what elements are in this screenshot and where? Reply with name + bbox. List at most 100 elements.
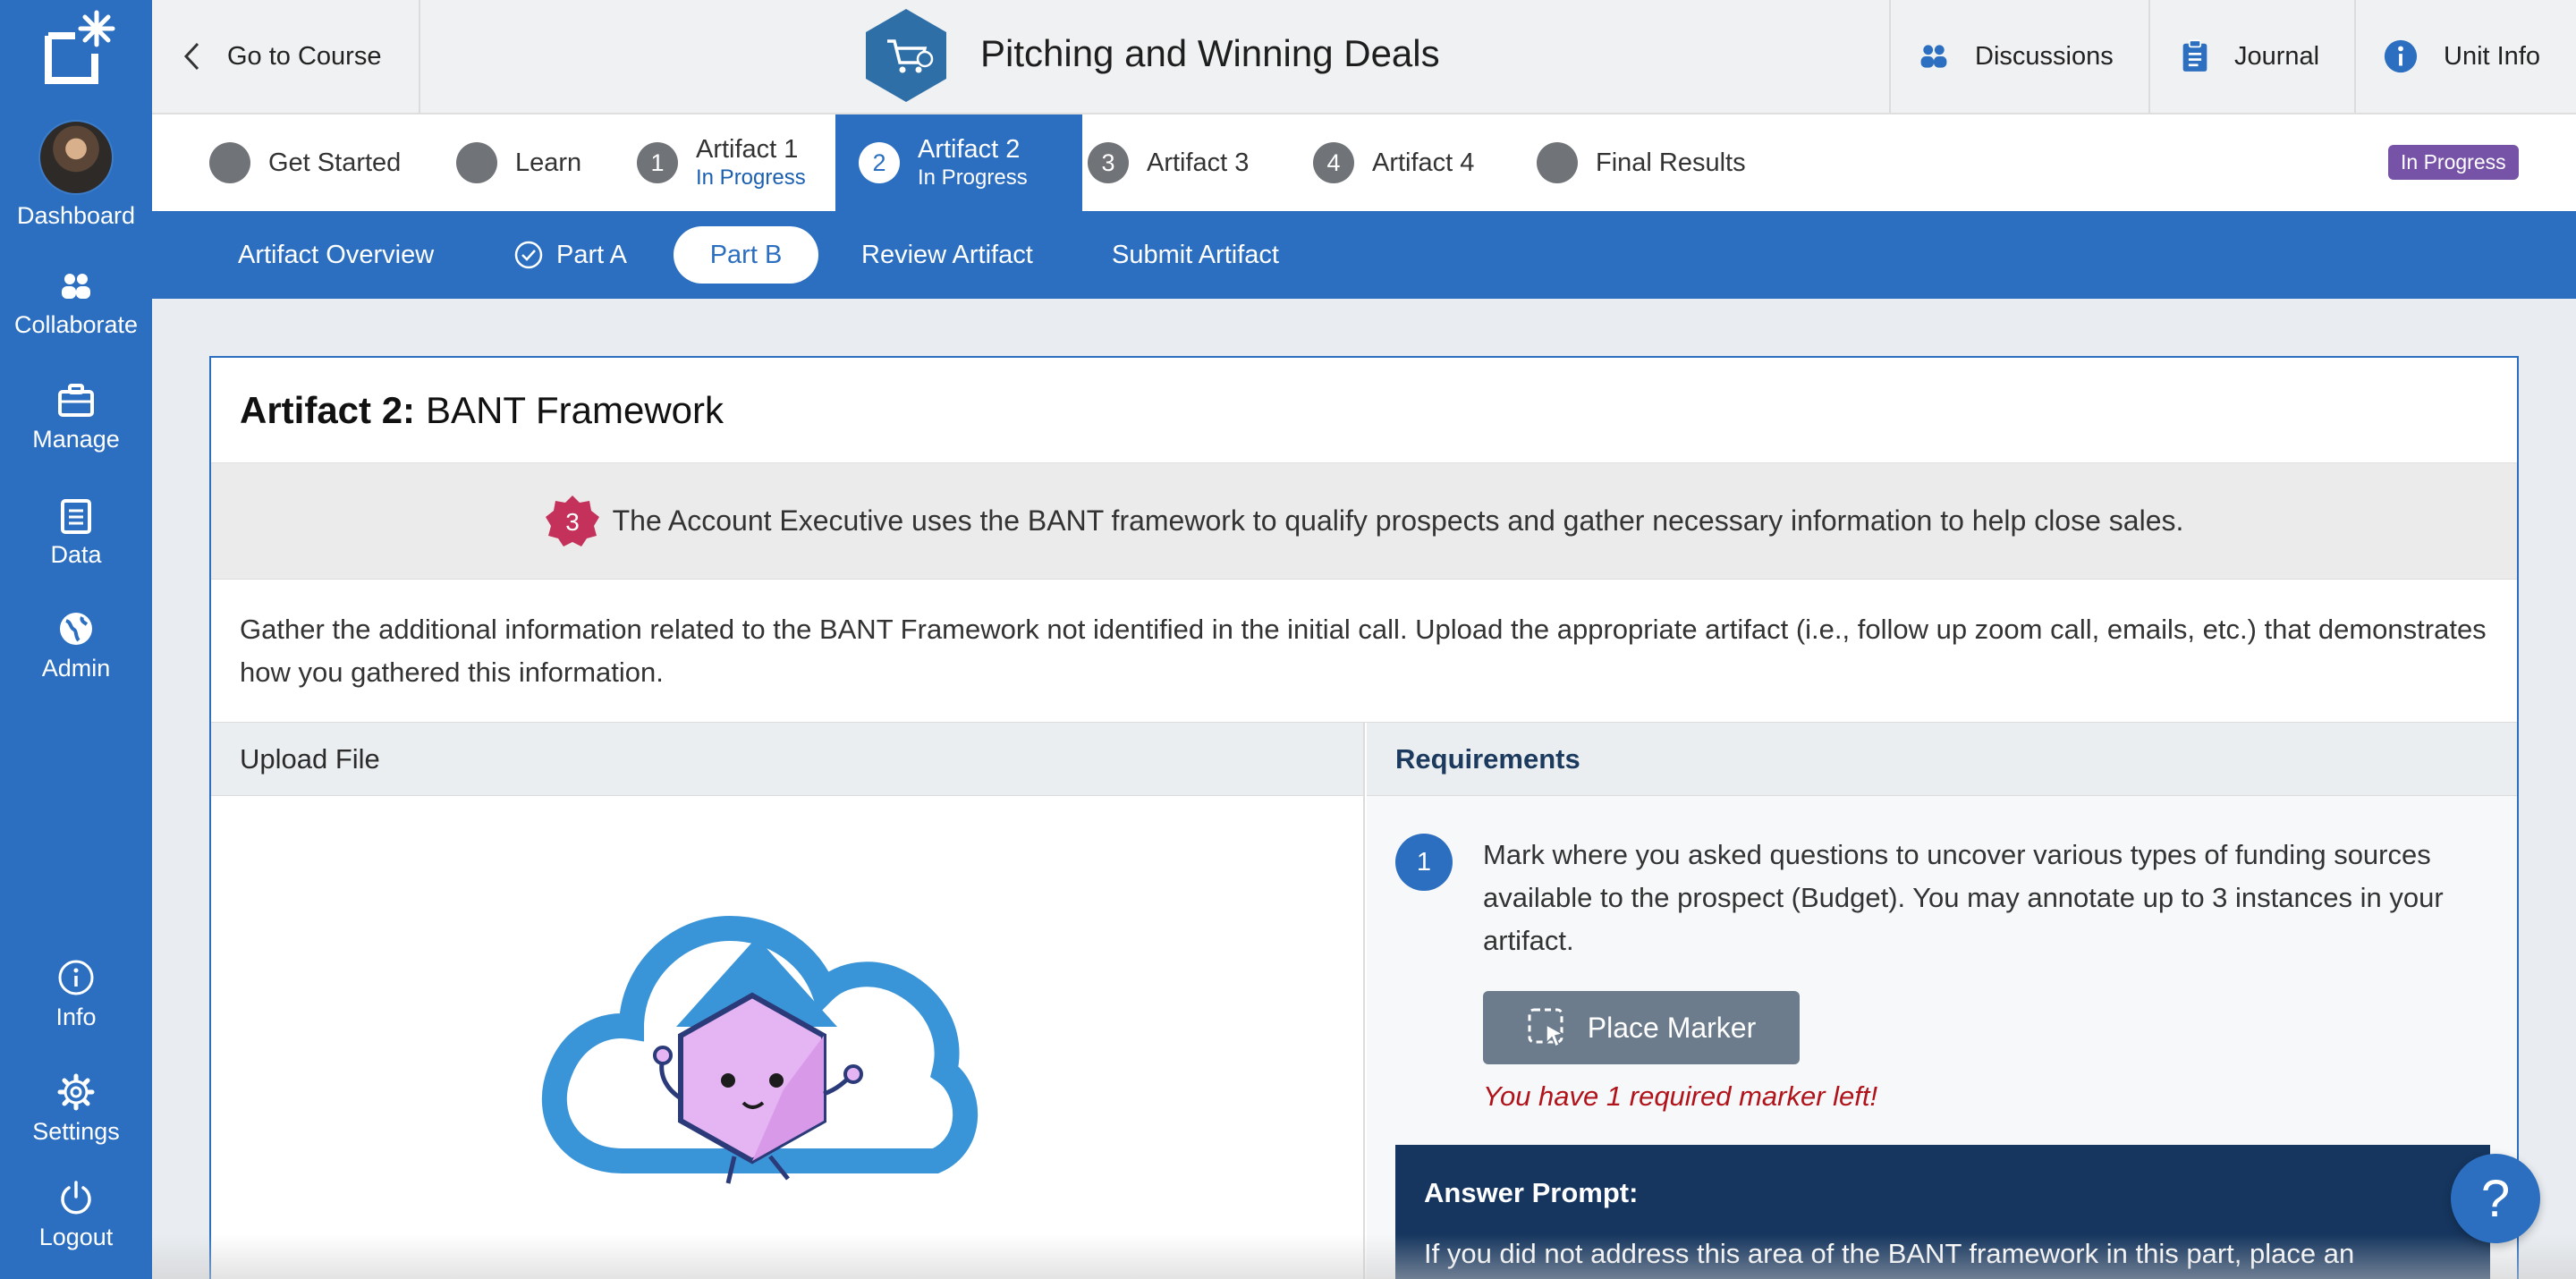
clipboard-icon — [2182, 39, 2207, 72]
sidebar-item-label: Collaborate — [13, 311, 139, 338]
sidebar-item-admin[interactable]: Admin — [0, 610, 152, 682]
power-icon — [61, 1181, 91, 1215]
content-columns: Upload File Requirements 1 Mark where yo… — [211, 723, 2517, 1279]
check-circle-icon — [514, 241, 543, 269]
step-number: 3 — [1088, 142, 1129, 183]
outcome-badge-icon: 3 — [545, 495, 599, 546]
upload-header: Upload File — [211, 723, 1363, 796]
sidebar-item-label: Logout — [38, 1224, 114, 1250]
sidebar-item-label: Admin — [41, 655, 111, 682]
unit-info-button[interactable]: Unit Info — [2354, 0, 2576, 113]
cloud-upload-mascot-icon[interactable] — [533, 857, 980, 1232]
subnav-review-artifact[interactable]: Review Artifact — [861, 211, 1033, 299]
instructions-text: Gather the additional information relate… — [211, 580, 2517, 723]
step-status: In Progress — [918, 165, 1028, 190]
answer-prompt: Answer Prompt: If you did not address th… — [1395, 1145, 2490, 1279]
step-number: 1 — [637, 142, 678, 183]
journal-label: Journal — [2234, 41, 2320, 71]
chevron-left-icon — [183, 42, 199, 71]
discussions-button[interactable]: Discussions — [1889, 0, 2148, 113]
avatar[interactable] — [38, 120, 114, 195]
artifact-title-text: BANT Framework — [426, 388, 724, 431]
clipboard-icon — [61, 499, 91, 534]
subnav-label: Submit Artifact — [1112, 240, 1279, 269]
step-label: Artifact 2 — [918, 135, 1021, 165]
subnav-label: Review Artifact — [861, 240, 1033, 269]
subnav-label: Part A — [556, 240, 627, 269]
marker-warning: You have 1 required marker left! — [1483, 1080, 1878, 1112]
people-icon — [62, 274, 90, 299]
briefcase-icon — [58, 384, 94, 417]
steps-bar: Get Started Learn 1 Artifact 1 In Progre… — [152, 114, 2576, 211]
outcome-text: The Account Executive uses the BANT fram… — [612, 504, 2184, 537]
info-icon — [2384, 39, 2418, 73]
outcome-number: 3 — [565, 508, 580, 536]
step-final-results[interactable]: Final Results — [1537, 114, 1746, 211]
learning-outcome: 3 The Account Executive uses the BANT fr… — [211, 463, 2517, 580]
step-label: Final Results — [1596, 148, 1746, 177]
sidebar-item-data[interactable]: Data — [0, 496, 152, 569]
subnav-submit-artifact[interactable]: Submit Artifact — [1112, 211, 1279, 299]
shopping-cart-icon — [866, 9, 946, 102]
step-label: Artifact 1 — [696, 135, 799, 165]
step-learn[interactable]: Learn — [456, 114, 581, 211]
step-artifact-1[interactable]: 1 Artifact 1 In Progress — [637, 114, 806, 211]
subnav-label: Artifact Overview — [238, 240, 435, 269]
gear-icon — [57, 1073, 95, 1111]
unit-info-label: Unit Info — [2444, 41, 2540, 71]
answer-prompt-title: Answer Prompt: — [1424, 1177, 1639, 1208]
step-number: 2 — [859, 142, 900, 183]
subnav-label: Part B — [709, 240, 783, 269]
app-logo-icon[interactable] — [39, 9, 120, 89]
step-number: 4 — [1313, 142, 1354, 183]
step-artifact-3[interactable]: 3 Artifact 3 — [1088, 114, 1249, 211]
info-icon — [58, 960, 94, 995]
requirement-number: 1 — [1395, 834, 1453, 891]
journal-button[interactable]: Journal — [2148, 0, 2354, 113]
artifact-title-prefix: Artifact 2: — [240, 388, 416, 431]
go-to-course-label: Go to Course — [227, 41, 382, 71]
discussions-label: Discussions — [1975, 41, 2114, 71]
place-marker-label: Place Marker — [1587, 1011, 1757, 1044]
globe-icon — [60, 613, 92, 645]
subnav-part-a[interactable]: Part A — [513, 211, 627, 299]
artifact-card: Artifact 2: BANT Framework 3 The Account… — [209, 356, 2519, 1279]
subnav-artifact-overview[interactable]: Artifact Overview — [238, 211, 434, 299]
place-marker-button[interactable]: Place Marker — [1483, 991, 1800, 1064]
requirements-panel: Requirements 1 Mark where you asked ques… — [1367, 723, 2517, 1279]
marker-select-icon — [1528, 1008, 1564, 1048]
sidebar-item-dashboard[interactable]: Dashboard — [0, 202, 152, 230]
sidebar-item-settings[interactable]: Settings — [0, 1073, 152, 1146]
sidebar-item-label: Data — [50, 541, 102, 568]
artifact-title: Artifact 2: BANT Framework — [211, 358, 2517, 463]
step-get-started[interactable]: Get Started — [209, 114, 401, 211]
upload-panel: Upload File — [211, 723, 1365, 1279]
sidebar-item-label: Info — [55, 1004, 97, 1030]
sidebar-item-info[interactable]: Info — [0, 959, 152, 1031]
step-dot — [209, 142, 250, 183]
top-bar: Go to Course Pitching and Winning Deals … — [152, 0, 2576, 114]
status-badge: In Progress — [2388, 145, 2519, 180]
artifact-subnav: Artifact Overview Part A Part B Review A… — [152, 211, 2576, 299]
sidebar-item-label: Manage — [32, 426, 120, 453]
requirement-text: Mark where you asked questions to uncove… — [1483, 839, 2444, 956]
answer-prompt-text: If you did not address this area of the … — [1424, 1238, 2355, 1269]
go-to-course-button[interactable]: Go to Course — [152, 0, 420, 113]
step-label: Get Started — [268, 148, 402, 177]
help-button[interactable]: ? — [2451, 1154, 2540, 1243]
sidebar-item-logout[interactable]: Logout — [0, 1179, 152, 1251]
sidebar-item-collaborate[interactable]: Collaborate — [0, 268, 152, 339]
sidebar-item-label: Settings — [32, 1118, 120, 1145]
step-label: Artifact 3 — [1147, 148, 1250, 177]
step-status: In Progress — [696, 165, 806, 190]
course-title: Pitching and Winning Deals — [980, 32, 1440, 74]
subnav-part-b[interactable]: Part B — [674, 226, 818, 284]
sidebar-item-manage[interactable]: Manage — [0, 383, 152, 453]
step-artifact-4[interactable]: 4 Artifact 4 — [1313, 114, 1474, 211]
step-dot — [1537, 142, 1578, 183]
step-dot — [456, 142, 497, 183]
sidebar-item-label: Dashboard — [16, 202, 136, 229]
sidebar: Dashboard Collaborate Manage Data Admin … — [0, 0, 152, 1279]
step-artifact-2[interactable]: 2 Artifact 2 In Progress — [835, 114, 1082, 211]
step-label: Learn — [515, 148, 582, 177]
